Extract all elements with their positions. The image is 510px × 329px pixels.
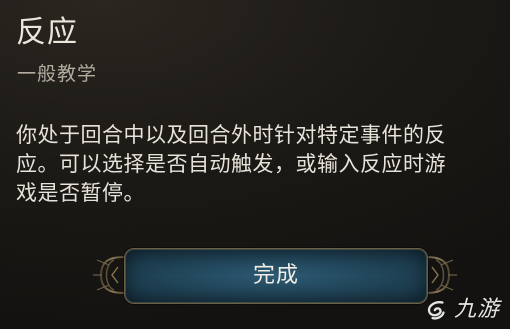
done-button-label: 完成 [252, 263, 299, 288]
swirl-logo-icon [427, 301, 445, 320]
dialog-title: 反应 [16, 15, 78, 50]
done-button-frame: 完成 [90, 240, 460, 310]
body-line-3: 戏是否暂停。 [16, 181, 145, 205]
body-line-1: 你处于回合中以及回合外时针对特定事件的反 [16, 123, 446, 147]
dialog-subtitle: 一般教学 [17, 63, 98, 85]
watermark-text: 九游 [453, 297, 500, 322]
reaction-dialog: 反应 一般教学 你处于回合中以及回合外时针对特定事件的反 应。可以选择是否自动触… [0, 0, 510, 329]
watermark: 九游 [424, 298, 500, 322]
body-line-2: 应。可以选择是否自动触发，或输入反应时游 [16, 152, 446, 176]
done-button[interactable]: 完成 [124, 248, 428, 304]
dialog-body: 你处于回合中以及回合外时针对特定事件的反 应。可以选择是否自动触发，或输入反应时… [16, 121, 510, 208]
